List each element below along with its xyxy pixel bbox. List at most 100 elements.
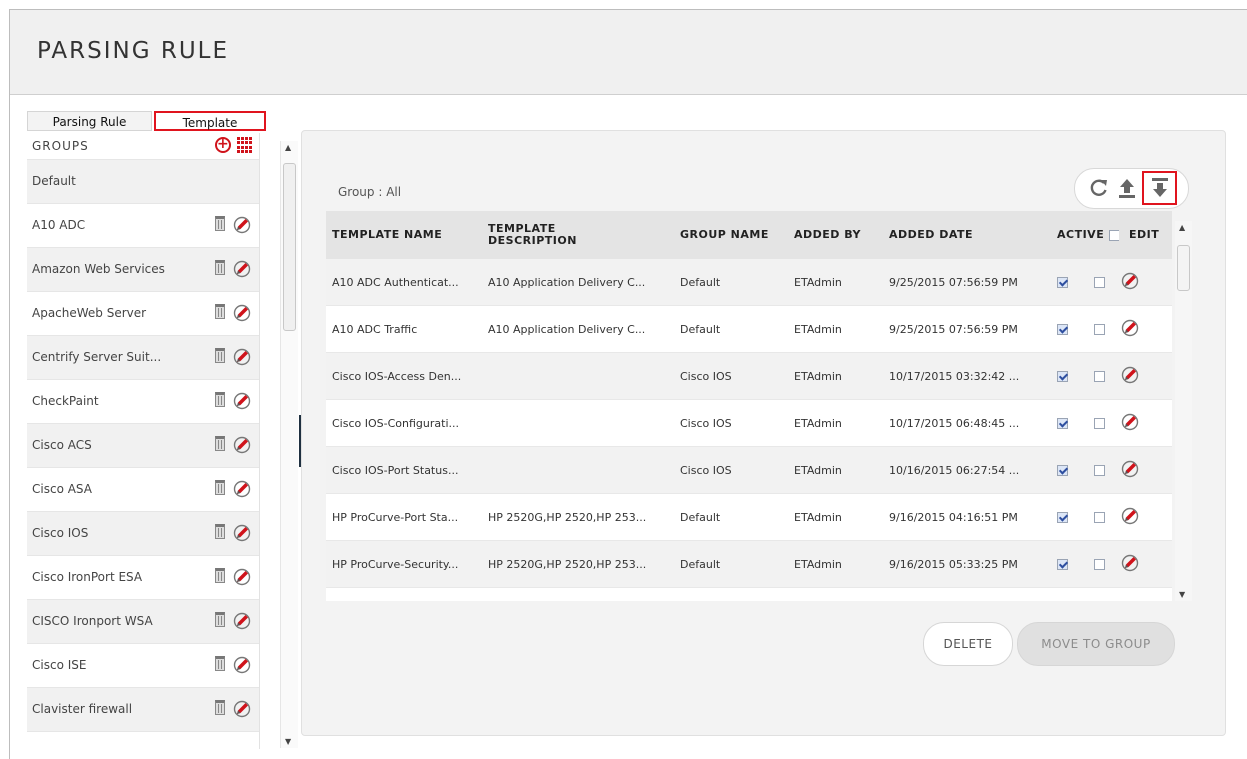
table-row[interactable]: Cisco IOS-Configurati... Cisco IOS ETAdmin… (326, 399, 1172, 447)
select-row-checkbox[interactable] (1094, 465, 1105, 476)
col-added-by[interactable]: ADDED BY (788, 211, 883, 259)
delete-group-icon[interactable] (215, 568, 225, 583)
table-scroll-down-icon[interactable]: ▼ (1179, 590, 1185, 599)
table-row (326, 587, 1172, 601)
templates-table-container: TEMPLATE NAME TEMPLATE DESCRIPTION GROUP… (326, 211, 1172, 601)
tab-parsing-rule[interactable]: Parsing Rule (27, 111, 152, 131)
group-item[interactable]: Default (27, 159, 259, 203)
group-item[interactable]: Amazon Web Services (27, 247, 259, 291)
delete-group-icon[interactable] (215, 436, 225, 451)
cell-added-by: ETAdmin (788, 352, 883, 400)
group-item[interactable] (27, 731, 259, 749)
active-checkbox[interactable] (1057, 371, 1068, 382)
select-row-checkbox[interactable] (1094, 418, 1105, 429)
col-active[interactable]: ACTIVE (1057, 211, 1119, 259)
delete-group-icon[interactable] (215, 700, 225, 715)
edit-icon[interactable] (233, 524, 251, 542)
tab-template[interactable]: Template (154, 111, 266, 131)
edit-icon[interactable] (233, 700, 251, 718)
edit-icon[interactable] (1121, 507, 1139, 525)
select-row-checkbox[interactable] (1094, 559, 1105, 570)
col-template-name[interactable]: TEMPLATE NAME (326, 211, 482, 259)
group-item[interactable]: A10 ADC (27, 203, 259, 247)
edit-icon[interactable] (1121, 554, 1139, 572)
group-item[interactable]: CISCO Ironport WSA (27, 599, 259, 643)
add-group-icon[interactable]: + (215, 137, 231, 153)
table-row[interactable]: HP ProCurve-Port Sta... HP 2520G,HP 2520,… (326, 493, 1172, 541)
group-item[interactable]: Centrify Server Suit... (27, 335, 259, 379)
edit-icon[interactable] (1121, 272, 1139, 290)
table-row[interactable]: Cisco IOS-Port Status... Cisco IOS ETAdmin… (326, 446, 1172, 494)
group-item[interactable]: Cisco ISE (27, 643, 259, 687)
delete-group-icon[interactable] (215, 612, 225, 627)
cell-edit (1119, 259, 1172, 306)
delete-group-icon[interactable] (215, 524, 225, 539)
edit-icon[interactable] (233, 348, 251, 366)
active-checkbox[interactable] (1057, 465, 1068, 476)
groups-scrollbar[interactable]: ▲ ▼ (280, 141, 298, 748)
delete-button[interactable]: DELETE (923, 622, 1013, 666)
col-added-date[interactable]: ADDED DATE (883, 211, 1057, 259)
group-item-label: CheckPaint (32, 394, 99, 408)
select-row-checkbox[interactable] (1094, 277, 1105, 288)
group-item[interactable]: CheckPaint (27, 379, 259, 423)
table-scrollbar[interactable]: ▲ ▼ (1175, 221, 1192, 601)
group-item[interactable]: Cisco ASA (27, 467, 259, 511)
group-item[interactable]: Cisco ACS (27, 423, 259, 467)
edit-icon[interactable] (233, 568, 251, 586)
groups-scroll-thumb[interactable] (283, 163, 296, 331)
edit-icon[interactable] (233, 304, 251, 322)
select-row-checkbox[interactable] (1094, 371, 1105, 382)
active-checkbox[interactable] (1057, 559, 1068, 570)
scroll-up-icon[interactable]: ▲ (285, 143, 291, 152)
active-checkbox[interactable] (1057, 277, 1068, 288)
table-row[interactable]: A10 ADC Traffic A10 Application Delivery … (326, 305, 1172, 353)
delete-group-icon[interactable] (215, 348, 225, 363)
cell-edit (1119, 446, 1172, 494)
active-checkbox[interactable] (1057, 512, 1068, 523)
grid-view-icon[interactable] (237, 137, 253, 153)
col-group-name[interactable]: GROUP NAME (674, 211, 788, 259)
delete-group-icon[interactable] (215, 392, 225, 407)
delete-group-icon[interactable] (215, 480, 225, 495)
edit-icon[interactable] (233, 260, 251, 278)
table-row[interactable]: A10 ADC Authenticat... A10 Application De… (326, 259, 1172, 306)
edit-icon[interactable] (233, 656, 251, 674)
edit-icon[interactable] (1121, 460, 1139, 478)
active-checkbox[interactable] (1057, 324, 1068, 335)
scroll-down-icon[interactable]: ▼ (285, 737, 291, 746)
cell-empty (1119, 587, 1172, 601)
edit-icon[interactable] (1121, 366, 1139, 384)
move-to-group-button[interactable]: MOVE TO GROUP (1017, 622, 1175, 666)
edit-icon[interactable] (233, 480, 251, 498)
refresh-icon[interactable] (1089, 177, 1109, 199)
edit-icon[interactable] (233, 216, 251, 234)
cell-group: Cisco IOS (674, 399, 788, 447)
edit-icon[interactable] (1121, 413, 1139, 431)
group-item[interactable]: Cisco IOS (27, 511, 259, 555)
table-row[interactable]: HP ProCurve-Security... HP 2520G,HP 2520,… (326, 540, 1172, 588)
delete-group-icon[interactable] (215, 304, 225, 319)
cell-group: Default (674, 540, 788, 588)
active-checkbox[interactable] (1057, 418, 1068, 429)
select-row-checkbox[interactable] (1094, 512, 1105, 523)
delete-group-icon[interactable] (215, 656, 225, 671)
select-row-checkbox[interactable] (1094, 324, 1105, 335)
table-scroll-thumb[interactable] (1177, 245, 1190, 291)
group-item[interactable]: ApacheWeb Server (27, 291, 259, 335)
upload-icon[interactable] (1117, 177, 1137, 199)
cell-active (1057, 446, 1119, 494)
edit-icon[interactable] (233, 392, 251, 410)
delete-group-icon[interactable] (215, 260, 225, 275)
group-item[interactable]: Clavister firewall (27, 687, 259, 731)
group-item[interactable]: Cisco IronPort ESA (27, 555, 259, 599)
table-row[interactable]: Cisco IOS-Access Den... Cisco IOS ETAdmin 1… (326, 352, 1172, 400)
edit-icon[interactable] (233, 612, 251, 630)
edit-icon[interactable] (233, 436, 251, 454)
download-button[interactable] (1142, 171, 1177, 205)
delete-group-icon[interactable] (215, 216, 225, 231)
table-scroll-up-icon[interactable]: ▲ (1179, 223, 1185, 232)
edit-icon[interactable] (1121, 319, 1139, 337)
select-all-checkbox[interactable] (1108, 229, 1119, 241)
col-template-description[interactable]: TEMPLATE DESCRIPTION (482, 211, 674, 259)
